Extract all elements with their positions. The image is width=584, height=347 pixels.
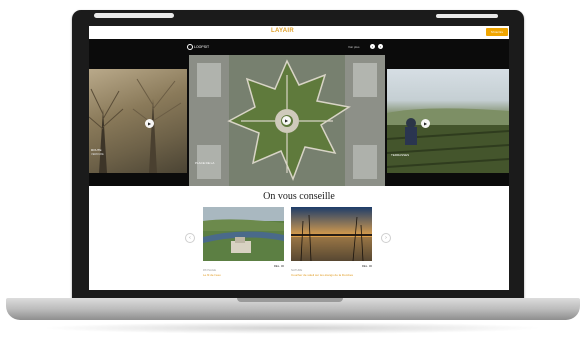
card-thumbnail [291,207,372,262]
slide-subcaption: VERDURE [91,153,104,156]
laptop-mockup: LAYAIR S'inscrire LOOPSIT Voir plus ‹ › [0,0,584,347]
slide-caption: TERRASSES [391,153,410,157]
tree-illustration [89,78,182,173]
hero-slide[interactable]: ▶ TERRASSES [387,69,509,173]
recommend-card[interactable]: PAYSAGE Le fil de l'eau REL. 00 [203,207,284,277]
hero-meta-link[interactable]: Voir plus [348,45,360,49]
laptop-base-notch [237,298,343,302]
loop-brand-label: LOOPSIT [194,45,210,49]
loop-icon [187,44,193,50]
hero-slide[interactable]: ▶ ROUTE VERDURE [89,69,187,173]
signup-button[interactable]: S'inscrire [486,28,508,36]
hero-carousel: LOOPSIT Voir plus ‹ › ▶ ROUTE VERDURE ▶ … [89,39,509,186]
site-header: LAYAIR S'inscrire [89,26,509,39]
laptop-screen: LAYAIR S'inscrire LOOPSIT Voir plus ‹ › [89,26,509,290]
site-logo[interactable]: LAYAIR [271,28,294,34]
hero-slide-active[interactable]: ▶ PLACE DE LA [189,55,385,186]
slide-caption: ROUTE [91,148,102,152]
laptop-shadow [40,322,544,334]
play-icon[interactable]: ▶ [145,119,154,128]
section-title: On vous conseille [263,191,335,202]
slide-caption: PLACE DE LA [195,161,215,165]
laptop-lid: LAYAIR S'inscrire LOOPSIT Voir plus ‹ › [72,10,524,302]
hero-next-button[interactable]: › [378,44,383,49]
lid-highlight [94,13,174,18]
loop-brand[interactable]: LOOPSIT [187,44,209,50]
hero-toolbar: LOOPSIT Voir plus ‹ › [89,39,509,55]
play-icon[interactable]: ▶ [282,116,291,125]
card-title[interactable]: Le fil de l'eau [203,273,284,277]
lid-highlight [436,14,498,18]
card-tag: PAYSAGE [203,268,216,272]
hero-prev-button[interactable]: ‹ [370,44,375,49]
card-title[interactable]: Coucher de soleil sur les étangs de la D… [291,273,372,277]
card-meta: REL. 00 [361,264,372,268]
recommend-card[interactable]: NATURE Coucher de soleil sur les étangs … [291,207,372,277]
carousel-next-button[interactable]: › [381,233,391,243]
vineyard-illustration [387,108,509,173]
card-tag: NATURE [291,268,303,272]
carousel-prev-button[interactable]: ‹ [185,233,195,243]
card-meta: REL. 00 [273,264,284,268]
card-thumbnail [203,207,284,261]
play-icon[interactable]: ▶ [421,119,430,128]
